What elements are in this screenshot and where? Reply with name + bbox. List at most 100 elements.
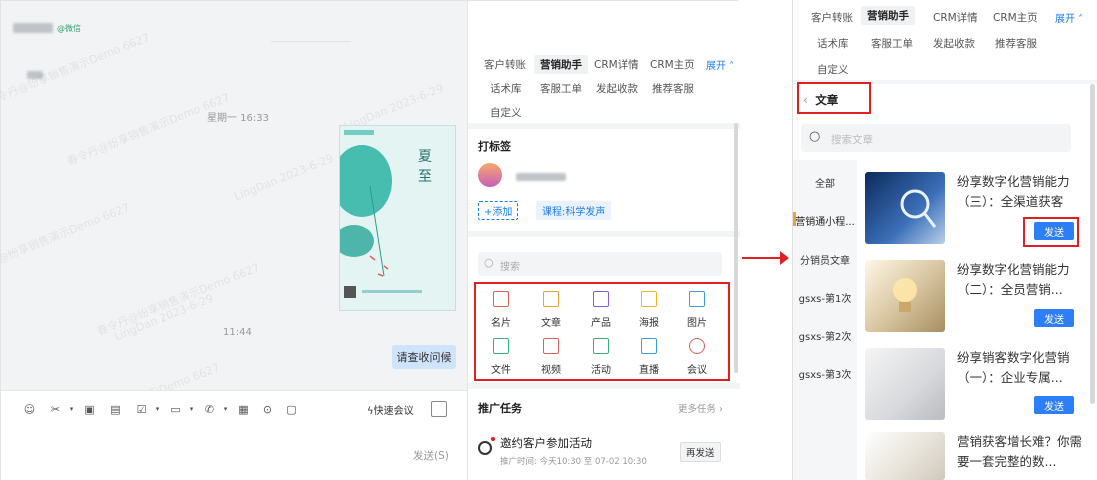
tab-crm-detail[interactable]: CRM详情 — [594, 57, 639, 72]
quick-meeting-button[interactable]: ϟ快速会议 — [367, 402, 414, 417]
message-timestamp: 11:44 — [223, 327, 252, 338]
tab-payment[interactable]: 发起收款 — [596, 81, 638, 96]
category-mini-program[interactable]: 营销通小程... — [793, 213, 857, 228]
category-gsxs-2[interactable]: gsxs-第2次 — [793, 328, 857, 343]
watermark: LingDan 2023-6-29 — [232, 151, 336, 204]
article-title[interactable]: 纷享数字化营销能力（三）：全渠道获客 — [957, 172, 1082, 212]
send-article-button[interactable]: 发送 — [1034, 396, 1074, 414]
chat-message-area[interactable]: @微信 春令丹@纷享销售演示Demo 6627 LingDan 2023-6-2… — [0, 1, 467, 438]
search-placeholder: 搜索文章 — [831, 134, 873, 146]
tab-custom[interactable]: 自定义 — [490, 105, 522, 120]
emoji-icon[interactable]: ☺ — [23, 403, 36, 416]
category-column — [793, 160, 857, 480]
article-search-box[interactable]: ○ 搜索文章 — [801, 124, 1071, 152]
tag-chip[interactable]: 课程:科学发声 — [536, 201, 612, 220]
article-thumbnail[interactable] — [865, 348, 945, 420]
chevron-down-icon[interactable]: ▾ — [219, 403, 232, 416]
search-icon: ○ — [809, 129, 821, 144]
phone-icon[interactable]: ✆ — [203, 403, 216, 416]
more-icon[interactable]: ⊙ — [261, 403, 274, 416]
search-icon: ○ — [484, 256, 494, 269]
tab-service-ticket[interactable]: 客服工单 — [540, 81, 582, 96]
more-tasks-link[interactable]: 更多任务 › — [678, 401, 723, 415]
tab-crm-home[interactable]: CRM主页 — [650, 57, 695, 72]
article-title[interactable]: 纷享数字化营销能力（二）：全员营销... — [957, 260, 1082, 300]
article-thumbnail[interactable] — [865, 260, 945, 332]
tab-customer-transfer[interactable]: 客户转账 — [811, 10, 853, 25]
article-thumbnail[interactable] — [865, 432, 945, 480]
tab-recommend-service[interactable]: 推荐客服 — [652, 81, 694, 96]
search-box[interactable]: ○ 搜索 — [478, 252, 722, 276]
category-gsxs-1[interactable]: gsxs-第1次 — [793, 290, 857, 305]
article-panel: 客户转账 营销助手 CRM详情 CRM主页 展开 ˄ 话术库 客服工单 发起收款… — [792, 0, 1097, 480]
search-placeholder: 搜索 — [500, 262, 520, 273]
folder-icon[interactable]: ▭ — [169, 403, 182, 416]
document-icon[interactable]: ▤ — [109, 403, 122, 416]
watermark: 春令丹@纷享销售演示Demo 6627 — [0, 200, 132, 279]
tab-crm-home[interactable]: CRM主页 — [993, 10, 1038, 25]
tab-crm-detail[interactable]: CRM详情 — [933, 10, 978, 25]
tab-customer-transfer[interactable]: 客户转账 — [484, 57, 526, 72]
highlight-box — [1023, 217, 1079, 247]
article-title[interactable]: 营销获客增长难？你需要一套完整的数... — [957, 432, 1082, 472]
lightning-icon: ϟ — [367, 406, 374, 417]
chevron-down-icon[interactable]: ▾ — [151, 403, 164, 416]
message-bubble[interactable]: 请查收问候 — [392, 345, 456, 369]
article-thumbnail[interactable] — [865, 172, 945, 244]
tab-marketing-assistant[interactable]: 营销助手 — [534, 55, 588, 74]
watermark: 春令丹@纷享销售演示Demo 6627 — [0, 30, 152, 109]
contact-tag: @微信 — [57, 24, 81, 33]
panel-scrollbar[interactable] — [1090, 84, 1095, 404]
poster-title-1: 夏 — [418, 149, 432, 165]
category-gsxs-3[interactable]: gsxs-第3次 — [793, 366, 857, 381]
highlight-box — [474, 282, 730, 381]
send-button[interactable]: 发送(S) — [413, 448, 449, 463]
mini-app-header — [271, 41, 351, 51]
task-target-icon — [478, 441, 492, 455]
tab-service-ticket[interactable]: 客服工单 — [871, 36, 913, 51]
message-timestamp: 星期一 16:33 — [207, 113, 269, 124]
task-time: 推广时间: 今天10:30 至 07-02 10:30 — [500, 457, 647, 467]
customer-name — [516, 173, 566, 181]
send-article-button[interactable]: 发送 — [1034, 309, 1074, 327]
tab-custom[interactable]: 自定义 — [817, 62, 849, 77]
tab-script-library[interactable]: 话术库 — [490, 81, 522, 96]
contact-avatar-name — [13, 23, 53, 33]
tab-recommend-service[interactable]: 推荐客服 — [995, 36, 1037, 51]
chevron-down-icon[interactable]: ▾ — [185, 403, 198, 416]
poster-message[interactable]: 夏 至 — [339, 125, 456, 311]
highlight-box — [797, 82, 871, 114]
poster-title-2: 至 — [418, 169, 432, 185]
lightbulb-illustration — [893, 278, 917, 312]
category-all[interactable]: 全部 — [793, 175, 857, 190]
tab-payment[interactable]: 发起收款 — [933, 36, 975, 51]
scissors-icon[interactable]: ✂ — [49, 403, 62, 416]
arrow-head — [780, 251, 789, 265]
tab-marketing-assistant[interactable]: 营销助手 — [861, 6, 915, 25]
divider — [468, 383, 740, 389]
expand-link[interactable]: 展开 ˄ — [706, 57, 734, 72]
checklist-icon[interactable]: ☑ — [135, 403, 148, 416]
message-input-area[interactable]: ☺ ✂ ▾ ▣ ▤ ☑ ▾ ▭ ▾ ✆ ▾ ▦ ⊙ ▢ ϟ快速会议 发送(S) — [1, 390, 467, 480]
category-distributor[interactable]: 分销员文章 — [793, 252, 857, 267]
sidebar-toggle-icon[interactable] — [431, 401, 447, 417]
panel-scrollbar[interactable] — [734, 123, 738, 373]
resend-button[interactable]: 再发送 — [680, 442, 721, 462]
marketing-side-panel: 客户转账 营销助手 CRM详情 CRM主页 展开 ˄ 话术库 客服工单 发起收款… — [467, 1, 740, 480]
article-title[interactable]: 纷享销客数字化营销（一）：企业专属... — [957, 348, 1082, 388]
watermark: 春令丹@纷享销售演示Demo 6627 — [65, 90, 232, 169]
tag-section-title: 打标签 — [478, 140, 511, 153]
divider — [468, 231, 740, 237]
magnifier-illustration — [900, 189, 937, 228]
calendar-icon[interactable]: ▦ — [237, 403, 250, 416]
chevron-down-icon[interactable]: ▾ — [65, 403, 78, 416]
expand-link[interactable]: 展开 ˄ — [1055, 10, 1083, 25]
tab-script-library[interactable]: 话术库 — [817, 36, 849, 51]
chat-window: @微信 春令丹@纷享销售演示Demo 6627 LingDan 2023-6-2… — [0, 0, 740, 480]
task-name: 邀约客户参加活动 — [500, 436, 592, 450]
divider — [468, 123, 740, 129]
screen-icon[interactable]: ▢ — [285, 403, 298, 416]
customer-avatar — [478, 163, 502, 187]
image-icon[interactable]: ▣ — [83, 403, 96, 416]
add-tag-button[interactable]: +添加 — [478, 201, 519, 220]
